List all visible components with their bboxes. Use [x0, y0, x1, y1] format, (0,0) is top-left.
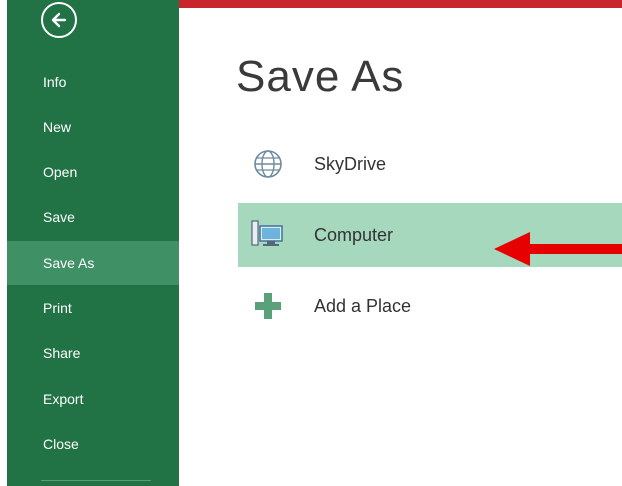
- nav-item-share[interactable]: Share: [7, 331, 179, 375]
- computer-icon: [238, 219, 298, 251]
- red-arrow-icon: [494, 232, 622, 266]
- back-button[interactable]: [41, 2, 77, 38]
- nav-item-close[interactable]: Close: [7, 422, 179, 466]
- back-arrow-icon: [51, 12, 67, 28]
- place-label-add-a-place: Add a Place: [314, 295, 412, 316]
- nav-item-info[interactable]: Info: [7, 60, 179, 104]
- place-add-a-place[interactable]: Add a Place: [238, 274, 622, 338]
- sidebar-divider: [41, 480, 151, 481]
- place-skydrive[interactable]: SkyDrive: [238, 132, 622, 196]
- nav-item-save[interactable]: Save: [7, 195, 179, 239]
- nav-item-export[interactable]: Export: [7, 377, 179, 421]
- nav-item-print[interactable]: Print: [7, 286, 179, 330]
- place-label-skydrive: SkyDrive: [314, 153, 387, 174]
- nav-item-save-as[interactable]: Save As: [7, 241, 179, 285]
- nav-item-new[interactable]: New: [7, 105, 179, 149]
- backstage-sidebar: Info New Open Save Save As Print Share E…: [7, 0, 179, 486]
- nav-item-open[interactable]: Open: [7, 150, 179, 194]
- page-title: Save As: [236, 52, 405, 101]
- plus-icon: [238, 291, 298, 321]
- globe-icon: [238, 149, 298, 179]
- place-label-computer: Computer: [314, 224, 394, 245]
- title-accent-bar: [179, 0, 622, 8]
